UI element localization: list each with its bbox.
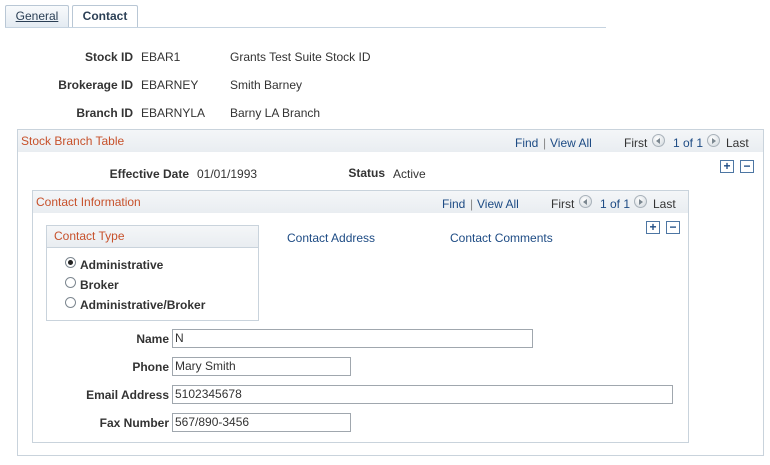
radio-administrative-broker-label[interactable]: Administrative/Broker bbox=[80, 298, 205, 312]
effective-date-label: Effective Date bbox=[109, 167, 189, 181]
branch-nav-separator: | bbox=[543, 136, 547, 150]
fax-number-field[interactable]: 567/890-3456 bbox=[172, 413, 351, 432]
branch-view-all-link[interactable]: View All bbox=[550, 136, 592, 150]
stock-id-description: Grants Test Suite Stock ID bbox=[230, 50, 371, 64]
branch-row-count: 1 of 1 bbox=[673, 136, 704, 150]
stock-id-value: EBAR1 bbox=[141, 50, 181, 64]
contact-add-row-button[interactable]: + bbox=[646, 221, 660, 234]
contact-first-label: First bbox=[551, 197, 575, 211]
tab-general[interactable]: General bbox=[5, 5, 69, 27]
contact-previous-arrow-icon[interactable] bbox=[579, 195, 592, 208]
stock-branch-table-title: Stock Branch Table bbox=[21, 134, 125, 148]
contact-type-title: Contact Type bbox=[54, 229, 125, 243]
status-label: Status bbox=[348, 166, 385, 180]
brokerage-id-label: Brokerage ID bbox=[58, 78, 133, 92]
name-label: Name bbox=[136, 332, 169, 346]
status-value: Active bbox=[393, 167, 426, 181]
radio-broker[interactable] bbox=[65, 277, 76, 288]
tab-divider bbox=[5, 27, 606, 28]
contact-address-link[interactable]: Contact Address bbox=[287, 231, 375, 245]
contact-view-all-link[interactable]: View All bbox=[477, 197, 519, 211]
fax-number-label: Fax Number bbox=[99, 416, 169, 430]
contact-nav-separator: | bbox=[470, 197, 474, 211]
contact-type-header: Contact Type bbox=[47, 226, 258, 248]
branch-delete-row-button[interactable]: − bbox=[740, 160, 754, 173]
branch-last-label: Last bbox=[726, 136, 749, 150]
contact-find-link[interactable]: Find bbox=[442, 197, 465, 211]
branch-next-arrow-icon[interactable] bbox=[707, 134, 720, 147]
branch-id-description: Barny LA Branch bbox=[230, 106, 321, 120]
tab-contact[interactable]: Contact bbox=[72, 5, 138, 28]
effective-date-value: 01/01/1993 bbox=[197, 167, 258, 181]
contact-last-label: Last bbox=[653, 197, 676, 211]
radio-administrative-broker[interactable] bbox=[65, 297, 76, 308]
radio-administrative-label[interactable]: Administrative bbox=[80, 258, 163, 272]
email-address-label: Email Address bbox=[86, 388, 169, 402]
radio-broker-label[interactable]: Broker bbox=[80, 278, 119, 292]
brokerage-id-description: Smith Barney bbox=[230, 78, 303, 92]
phone-field[interactable]: Mary Smith bbox=[172, 357, 351, 376]
contact-information-title: Contact Information bbox=[36, 195, 141, 209]
branch-add-row-button[interactable]: + bbox=[720, 160, 734, 173]
email-address-field[interactable]: 5102345678 bbox=[172, 385, 673, 404]
brokerage-id-value: EBARNEY bbox=[141, 78, 199, 92]
name-field[interactable]: N bbox=[172, 329, 533, 348]
branch-first-label: First bbox=[624, 136, 648, 150]
branch-id-label: Branch ID bbox=[76, 106, 133, 120]
radio-administrative[interactable] bbox=[65, 257, 76, 268]
phone-label: Phone bbox=[132, 360, 169, 374]
contact-comments-link[interactable]: Contact Comments bbox=[450, 231, 553, 245]
contact-next-arrow-icon[interactable] bbox=[634, 195, 647, 208]
contact-row-count: 1 of 1 bbox=[600, 197, 631, 211]
contact-delete-row-button[interactable]: − bbox=[666, 221, 680, 234]
branch-find-link[interactable]: Find bbox=[515, 136, 538, 150]
branch-previous-arrow-icon[interactable] bbox=[652, 134, 665, 147]
branch-id-value: EBARNYLA bbox=[141, 106, 206, 120]
stock-id-label: Stock ID bbox=[84, 50, 133, 64]
